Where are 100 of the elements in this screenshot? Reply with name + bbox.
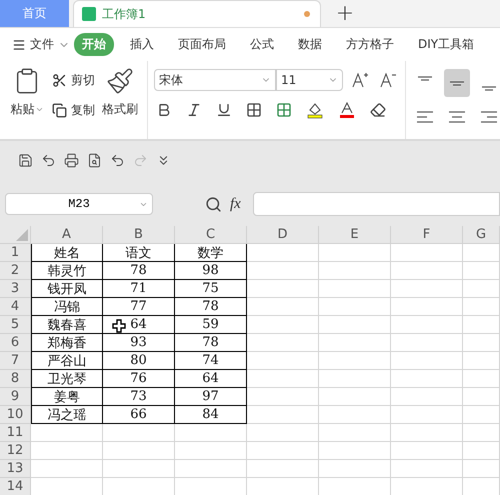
table-cell[interactable]	[463, 280, 500, 298]
table-cell[interactable]	[463, 424, 500, 442]
row-header[interactable]: 4	[0, 298, 31, 316]
table-cell[interactable]: 数学	[175, 244, 247, 262]
table-cell[interactable]	[319, 244, 391, 262]
table-cell[interactable]	[247, 262, 319, 280]
menu-tab[interactable]: 插入	[122, 33, 162, 56]
table-cell[interactable]	[463, 370, 500, 388]
column-header[interactable]: G	[463, 226, 500, 244]
table-cell[interactable]	[463, 442, 500, 460]
table-cell[interactable]	[391, 424, 463, 442]
table-cell[interactable]	[463, 298, 500, 316]
table-cell[interactable]	[319, 334, 391, 352]
vertical-align-icon[interactable]	[444, 69, 470, 97]
table-cell[interactable]	[103, 424, 175, 442]
table-cell[interactable]: 73	[103, 388, 175, 406]
table-cell[interactable]: 76	[103, 370, 175, 388]
column-header[interactable]: D	[247, 226, 319, 244]
table-cell[interactable]	[391, 244, 463, 262]
table-cell[interactable]: 姜粤	[31, 388, 103, 406]
menu-tab[interactable]: 方方格子	[338, 33, 402, 56]
table-cell[interactable]	[31, 424, 103, 442]
table-cell[interactable]	[319, 316, 391, 334]
select-all-corner[interactable]	[0, 226, 31, 244]
table-cell[interactable]	[391, 298, 463, 316]
table-cell[interactable]: 语文	[103, 244, 175, 262]
table-cell[interactable]	[319, 262, 391, 280]
table-cell[interactable]	[463, 406, 500, 424]
row-header[interactable]: 12	[0, 442, 31, 460]
row-header[interactable]: 13	[0, 460, 31, 478]
function-button[interactable]: fx	[230, 196, 241, 212]
table-cell[interactable]	[463, 460, 500, 478]
table-cell[interactable]	[319, 352, 391, 370]
table-cell[interactable]	[247, 406, 319, 424]
table-cell[interactable]: 98	[175, 262, 247, 280]
table-cell[interactable]: 80	[103, 352, 175, 370]
paste-button[interactable]: 粘贴	[6, 67, 48, 139]
table-cell[interactable]	[319, 280, 391, 298]
menu-tab[interactable]: 页面布局	[170, 33, 234, 56]
table-cell[interactable]: 97	[175, 388, 247, 406]
table-cell[interactable]	[463, 316, 500, 334]
table-cell[interactable]	[175, 460, 247, 478]
table-cell[interactable]: 59	[175, 316, 247, 334]
table-cell[interactable]: 93	[103, 334, 175, 352]
table-cell[interactable]: 严谷山	[31, 352, 103, 370]
name-box[interactable]: M23	[5, 193, 153, 215]
table-cell[interactable]	[103, 460, 175, 478]
new-tab-button[interactable]: +	[321, 0, 369, 27]
table-cell[interactable]	[463, 352, 500, 370]
menu-tab[interactable]: 数据	[290, 33, 330, 56]
row-header[interactable]: 5	[0, 316, 31, 334]
find-icon[interactable]	[205, 196, 222, 212]
table-cell[interactable]: 84	[175, 406, 247, 424]
font-size-select[interactable]: 11	[276, 69, 343, 91]
table-cell[interactable]	[319, 406, 391, 424]
table-cell[interactable]	[391, 460, 463, 478]
table-cell[interactable]: 郑梅香	[31, 334, 103, 352]
row-header[interactable]: 11	[0, 424, 31, 442]
table-cell[interactable]: 71	[103, 280, 175, 298]
table-cell[interactable]: 66	[103, 406, 175, 424]
table-cell[interactable]	[31, 460, 103, 478]
cut-button[interactable]: 剪切	[52, 67, 95, 93]
table-cell[interactable]	[391, 406, 463, 424]
row-header[interactable]: 8	[0, 370, 31, 388]
row-header[interactable]: 6	[0, 334, 31, 352]
table-cell[interactable]	[319, 424, 391, 442]
table-cell[interactable]	[319, 442, 391, 460]
table-cell[interactable]	[463, 388, 500, 406]
table-cell[interactable]	[247, 352, 319, 370]
table-cell[interactable]	[463, 334, 500, 352]
table-cell[interactable]	[391, 352, 463, 370]
table-cell[interactable]: 74	[175, 352, 247, 370]
row-header[interactable]: 14	[0, 478, 31, 495]
table-cell[interactable]	[175, 424, 247, 442]
table-cell[interactable]: 78	[175, 298, 247, 316]
table-cell[interactable]	[31, 442, 103, 460]
table-cell[interactable]	[391, 262, 463, 280]
table-cell[interactable]	[391, 334, 463, 352]
table-cell[interactable]: 姓名	[31, 244, 103, 262]
table-cell[interactable]	[463, 244, 500, 262]
table-cell[interactable]: 75	[175, 280, 247, 298]
document-tab[interactable]: 工作簿1	[73, 0, 321, 27]
table-cell[interactable]: 钱开凤	[31, 280, 103, 298]
row-header[interactable]: 2	[0, 262, 31, 280]
table-cell[interactable]	[391, 280, 463, 298]
row-header[interactable]: 3	[0, 280, 31, 298]
table-cell[interactable]	[391, 370, 463, 388]
table-cell[interactable]	[391, 388, 463, 406]
table-cell[interactable]: 卫光琴	[31, 370, 103, 388]
row-header[interactable]: 7	[0, 352, 31, 370]
table-cell[interactable]	[319, 370, 391, 388]
row-header[interactable]: 1	[0, 244, 31, 262]
table-cell[interactable]	[247, 442, 319, 460]
table-cell[interactable]: 韩灵竹	[31, 262, 103, 280]
column-header[interactable]: A	[31, 226, 103, 244]
table-cell[interactable]	[247, 316, 319, 334]
table-cell[interactable]	[247, 280, 319, 298]
row-header[interactable]: 9	[0, 388, 31, 406]
table-cell[interactable]	[391, 316, 463, 334]
table-cell[interactable]	[319, 460, 391, 478]
